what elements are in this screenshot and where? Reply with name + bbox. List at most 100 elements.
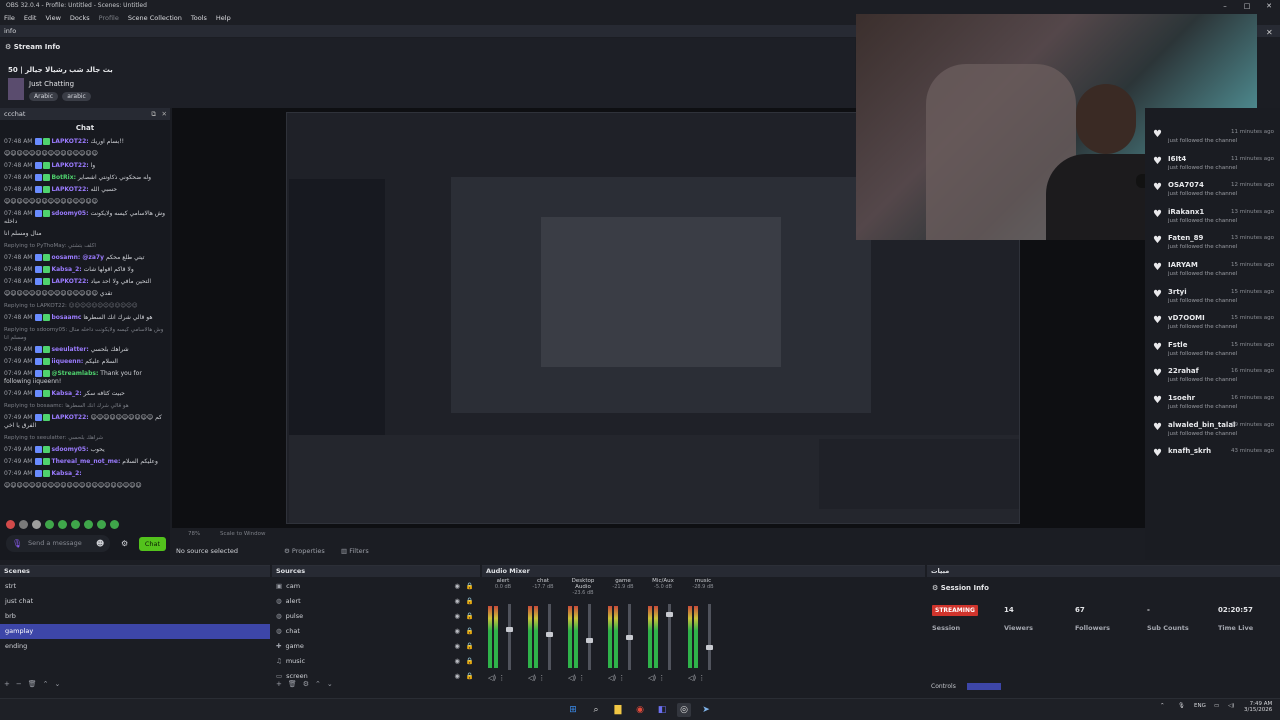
lock-icon[interactable]: 🔒 — [466, 594, 474, 609]
add-icon[interactable]: + — [4, 680, 16, 688]
add-icon[interactable]: + — [276, 680, 288, 688]
float-icon[interactable]: ⧉ — [151, 108, 156, 120]
zoom-level[interactable]: 78% — [188, 531, 200, 537]
emote-icon[interactable] — [71, 520, 80, 529]
volume-fader[interactable] — [508, 604, 511, 670]
source-item[interactable]: ♫ music ◉ 🔒 — [272, 654, 480, 669]
move-down-icon[interactable]: ⌄ — [55, 680, 67, 688]
chat-username[interactable]: bosaamc — [51, 314, 81, 321]
speaker-icon[interactable]: ◁) ⋮ — [488, 674, 505, 682]
lock-icon[interactable]: 🔒 — [466, 669, 474, 684]
start-icon[interactable]: ⊞ — [566, 703, 580, 717]
language-indicator[interactable]: ENG — [1194, 703, 1206, 709]
tag-pill[interactable]: arabic — [62, 92, 91, 101]
visibility-eye-icon[interactable]: ◉ — [454, 669, 460, 684]
source-item[interactable]: ◍ alert ◉ 🔒 — [272, 594, 480, 609]
scale-mode[interactable]: Scale to Window — [220, 531, 266, 537]
source-item[interactable]: ◍ chat ◉ 🔒 — [272, 624, 480, 639]
volume-fader[interactable] — [548, 604, 551, 670]
tag-pill[interactable]: Arabic — [29, 92, 59, 101]
chat-username[interactable]: LAPKOT22: — [51, 186, 88, 193]
settings-gear-icon[interactable]: ⚙ — [303, 680, 315, 688]
maximize-icon[interactable]: □ — [1236, 0, 1258, 12]
obs-icon[interactable]: ◎ — [677, 703, 691, 717]
close-icon[interactable]: ✕ — [1258, 0, 1280, 12]
speaker-icon[interactable]: ◁) ⋮ — [528, 674, 545, 682]
speaker-icon[interactable]: ◁) ⋮ — [568, 674, 585, 682]
chrome-icon[interactable]: ◉ — [633, 703, 647, 717]
chat-username[interactable]: LAPKOT22: — [51, 278, 88, 285]
tray-chevron-icon[interactable]: ⌃ — [1160, 703, 1165, 709]
mic-tray-icon[interactable]: 🎙 — [1178, 703, 1185, 709]
lock-icon[interactable]: 🔒 — [466, 579, 474, 594]
emote-icon[interactable] — [97, 520, 106, 529]
chat-username[interactable]: iiqueenn: — [51, 358, 83, 365]
discord-icon[interactable]: ◧ — [655, 703, 669, 717]
scene-item[interactable]: brb — [0, 609, 270, 624]
minimize-icon[interactable]: – — [1214, 0, 1236, 12]
chat-username[interactable]: Kabsa_2: — [51, 266, 81, 273]
chat-username[interactable]: Thereal_me_not_me: — [51, 458, 120, 465]
controls-tab[interactable]: Controls — [931, 683, 956, 690]
volume-fader[interactable] — [708, 604, 711, 670]
visibility-eye-icon[interactable]: ◉ — [454, 639, 460, 654]
delete-icon[interactable]: 🗑 — [28, 680, 43, 688]
menu-edit[interactable]: Edit — [24, 12, 37, 25]
emote-icon[interactable] — [19, 520, 28, 529]
scene-item[interactable]: strt — [0, 579, 270, 594]
delete-icon[interactable]: 🗑 — [288, 680, 303, 688]
menu-help[interactable]: Help — [216, 12, 231, 25]
source-item[interactable]: ✚ game ◉ 🔒 — [272, 639, 480, 654]
visibility-eye-icon[interactable]: ◉ — [454, 654, 460, 669]
network-icon[interactable]: ▭ — [1214, 703, 1219, 709]
settings-gear-icon[interactable]: ⚙ — [121, 539, 128, 548]
chat-username[interactable]: LAPKOT22: — [51, 414, 88, 421]
source-item[interactable]: ◍ pulse ◉ 🔒 — [272, 609, 480, 624]
fader-handle[interactable] — [706, 644, 713, 650]
search-icon[interactable]: ⌕ — [589, 703, 603, 717]
properties-button[interactable]: ⚙ Properties — [284, 547, 325, 555]
fader-handle[interactable] — [506, 627, 513, 633]
steam-icon[interactable]: ➤ — [699, 703, 713, 717]
menu-tools[interactable]: Tools — [191, 12, 207, 25]
scene-item[interactable]: gamplay — [0, 624, 270, 639]
chat-username[interactable]: sdoomy05: — [51, 446, 88, 453]
fader-handle[interactable] — [626, 635, 633, 640]
emoji-icon[interactable]: ☻ — [96, 539, 104, 548]
menu-view[interactable]: View — [45, 12, 60, 25]
menu-profile[interactable]: Profile — [99, 12, 119, 25]
chat-username[interactable]: seeulatter: — [51, 346, 88, 353]
emote-icon[interactable] — [32, 520, 41, 529]
visibility-eye-icon[interactable]: ◉ — [454, 609, 460, 624]
move-up-icon[interactable]: ⌃ — [43, 680, 55, 688]
fader-handle[interactable] — [546, 631, 553, 637]
speaker-icon[interactable]: ◁) ⋮ — [608, 674, 625, 682]
fader-handle[interactable] — [666, 611, 673, 617]
chat-username[interactable]: Kabsa_2: — [51, 470, 81, 477]
chat-username[interactable]: LAPKOT22: — [51, 162, 88, 169]
chat-username[interactable]: @Streamlabs: — [51, 370, 98, 377]
volume-fader[interactable] — [588, 604, 591, 670]
chat-username[interactable]: BotRix: — [51, 174, 76, 181]
folder-icon[interactable]: ▇ — [611, 703, 625, 717]
chat-username[interactable]: oosamn: @za7y — [51, 254, 104, 261]
menu-scene-collection[interactable]: Scene Collection — [128, 12, 182, 25]
speaker-icon[interactable]: ◁) ⋮ — [688, 674, 705, 682]
scene-item[interactable]: ending — [0, 639, 270, 654]
fader-handle[interactable] — [586, 638, 593, 644]
scene-item[interactable]: just chat — [0, 594, 270, 609]
close-icon[interactable]: ✕ — [1266, 28, 1273, 37]
emote-icon[interactable] — [45, 520, 54, 529]
clock[interactable]: 7:49 AM 3/15/2026 — [1244, 701, 1272, 713]
lock-icon[interactable]: 🔒 — [466, 624, 474, 639]
active-tab-indicator[interactable] — [967, 683, 1001, 690]
volume-icon[interactable]: ◁) — [1228, 703, 1234, 709]
visibility-eye-icon[interactable]: ◉ — [454, 594, 460, 609]
microphone-icon[interactable]: 🎙 — [12, 539, 22, 548]
filters-button[interactable]: ▥ Filters — [341, 547, 369, 555]
move-down-icon[interactable]: ⌄ — [327, 680, 339, 688]
emote-icon[interactable] — [84, 520, 93, 529]
source-item[interactable]: ▣ cam ◉ 🔒 — [272, 579, 480, 594]
chat-username[interactable]: sdoomy05: — [51, 210, 88, 217]
lock-icon[interactable]: 🔒 — [466, 654, 474, 669]
